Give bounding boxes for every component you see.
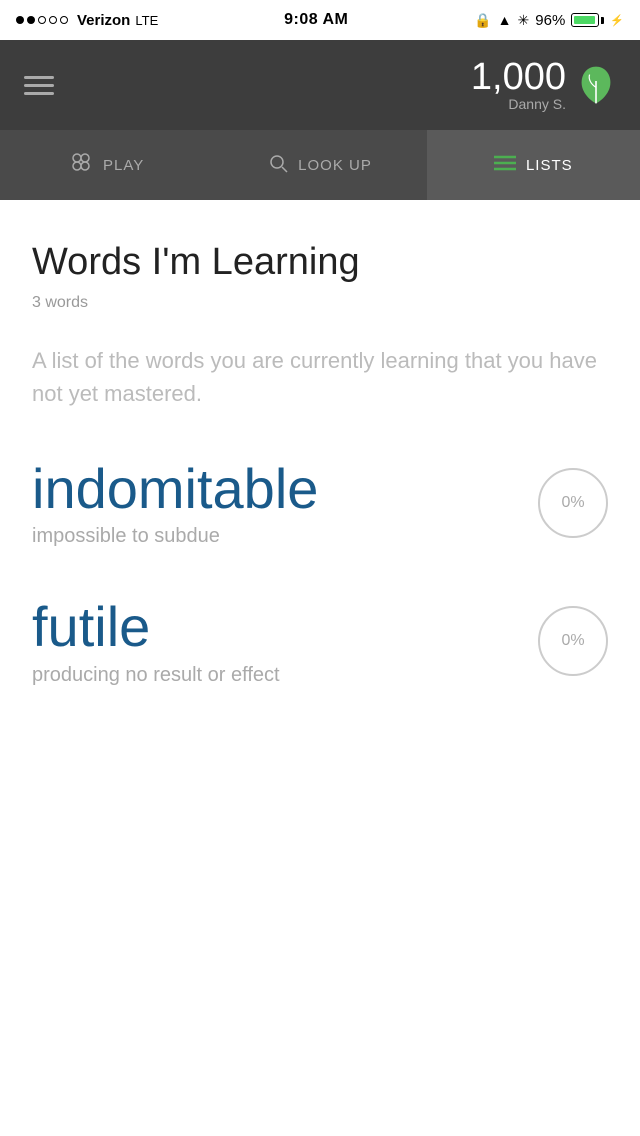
- signal-dots: [16, 16, 68, 24]
- word-item-futile[interactable]: futile producing no result or effect 0%: [32, 596, 608, 719]
- main-content: Words I'm Learning 3 words A list of the…: [0, 200, 640, 775]
- word-item-indomitable[interactable]: indomitable impossible to subdue 0%: [32, 458, 608, 581]
- leaf-icon: [576, 65, 616, 105]
- signal-dot-1: [16, 16, 24, 24]
- word-text-2: futile: [32, 596, 522, 658]
- hamburger-line-3: [24, 92, 54, 95]
- menu-button[interactable]: [24, 76, 54, 95]
- hamburger-line-1: [24, 76, 54, 79]
- tab-lookup-label: LOOK UP: [298, 157, 372, 174]
- word-text-1: indomitable: [32, 458, 522, 520]
- nav-tabs: PLAY LOOK UP LISTS: [0, 130, 640, 200]
- signal-dot-5: [60, 16, 68, 24]
- progress-circle-2: 0%: [538, 606, 608, 676]
- signal-dot-4: [49, 16, 57, 24]
- lock-icon: 🔒: [474, 12, 491, 29]
- header-right: 1,000 Danny S.: [471, 58, 616, 112]
- score-number: 1,000: [471, 58, 566, 96]
- progress-text-2: 0%: [561, 632, 584, 650]
- word-definition-1: impossible to subdue: [32, 525, 522, 548]
- network-type: LTE: [135, 13, 158, 28]
- play-icon: [69, 150, 93, 180]
- hamburger-line-2: [24, 84, 54, 87]
- battery-percent: 96%: [535, 12, 565, 29]
- tab-lookup[interactable]: LOOK UP: [213, 130, 426, 200]
- word-info-2: futile producing no result or effect: [32, 596, 522, 687]
- progress-circle-1: 0%: [538, 468, 608, 538]
- charging-icon: ⚡: [610, 14, 624, 27]
- word-count: 3 words: [32, 294, 608, 312]
- score-username: Danny S.: [471, 96, 566, 112]
- lists-icon: [494, 154, 516, 176]
- app-header: 1,000 Danny S.: [0, 40, 640, 130]
- status-right: 🔒 ▲ ✳ 96% ⚡: [474, 12, 624, 29]
- list-title: Words I'm Learning: [32, 240, 608, 286]
- progress-text-1: 0%: [561, 494, 584, 512]
- search-icon: [268, 153, 288, 177]
- tab-lists-label: LISTS: [526, 157, 573, 174]
- status-bar: Verizon LTE 9:08 AM 🔒 ▲ ✳ 96% ⚡: [0, 0, 640, 40]
- carrier-name: Verizon: [77, 12, 130, 29]
- battery-body: [571, 13, 599, 27]
- bluetooth-icon: ✳: [518, 12, 530, 29]
- word-info-1: indomitable impossible to subdue: [32, 458, 522, 549]
- signal-dot-3: [38, 16, 46, 24]
- battery-icon: [571, 13, 604, 27]
- list-description: A list of the words you are currently le…: [32, 344, 608, 410]
- tab-play-label: PLAY: [103, 157, 144, 174]
- word-definition-2: producing no result or effect: [32, 664, 522, 687]
- location-icon: ▲: [498, 12, 512, 28]
- tab-lists[interactable]: LISTS: [427, 130, 640, 200]
- battery-fill: [574, 16, 594, 24]
- status-time: 9:08 AM: [284, 11, 348, 29]
- battery-tip: [601, 17, 604, 24]
- signal-dot-2: [27, 16, 35, 24]
- tab-play[interactable]: PLAY: [0, 130, 213, 200]
- score-section: 1,000 Danny S.: [471, 58, 566, 112]
- status-left: Verizon LTE: [16, 12, 158, 29]
